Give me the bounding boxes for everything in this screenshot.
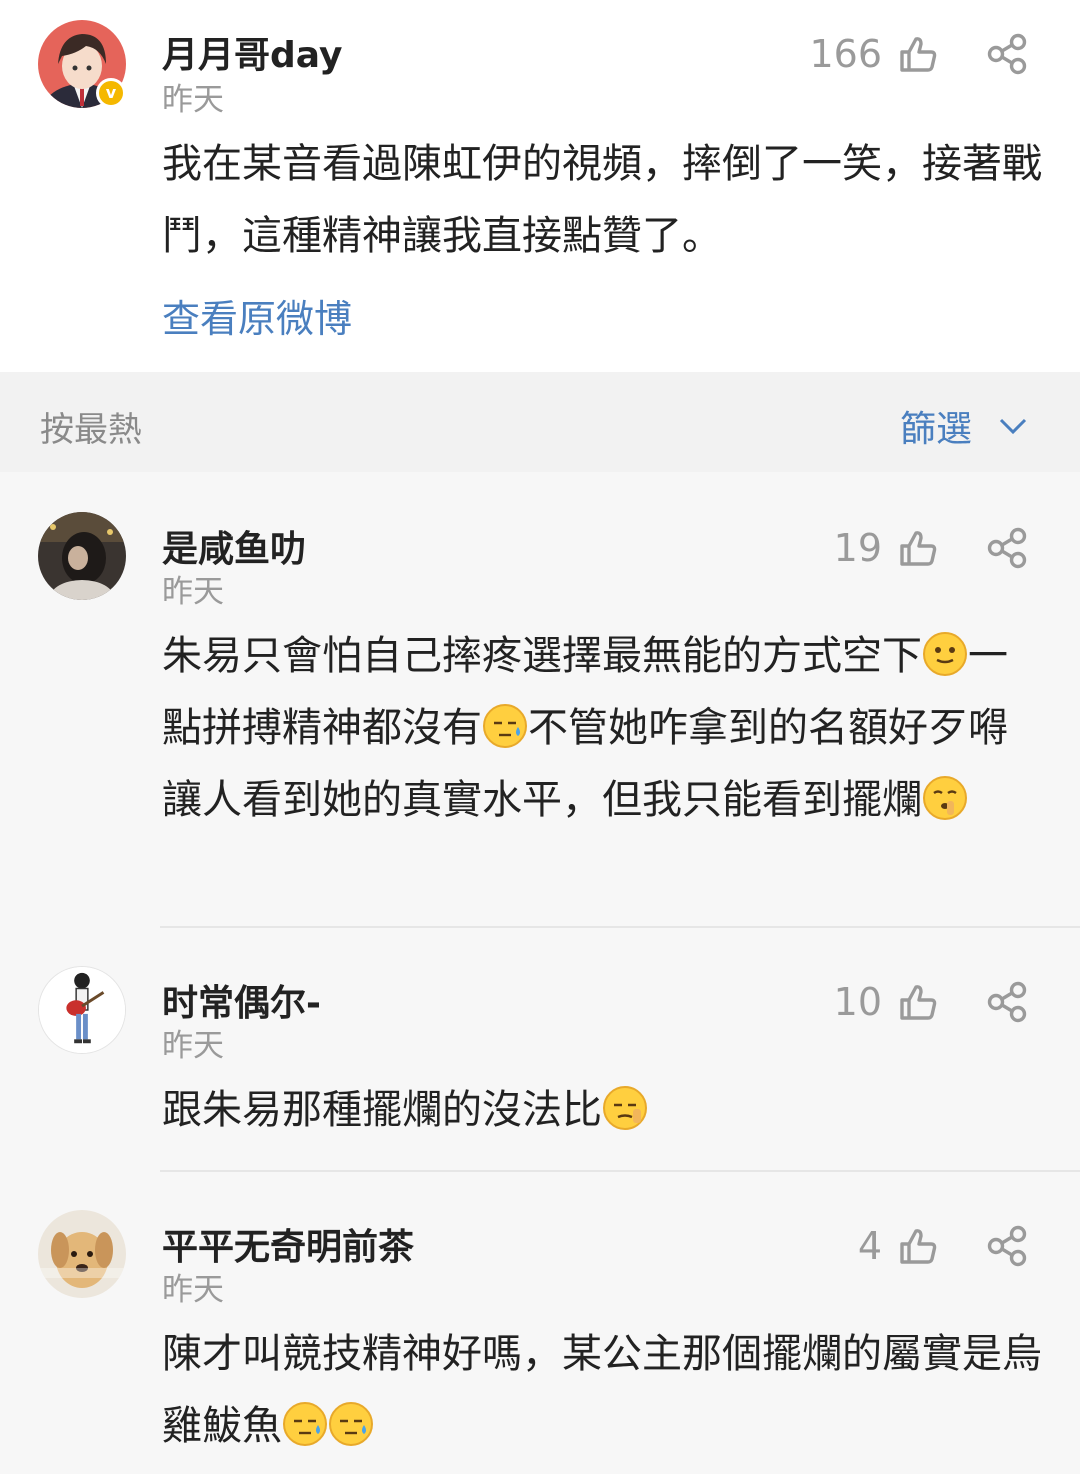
comment-text: 跟朱易那種擺爛的沒法比	[162, 1087, 602, 1133]
sleepy-sweat-emoji-icon	[603, 1086, 647, 1130]
thumbs-up-icon	[900, 1229, 937, 1264]
view-original-link[interactable]: 查看原微博	[162, 288, 352, 343]
comment-text: 朱易只會怕自己摔疼選擇最無能的方式空下	[162, 633, 922, 679]
comment-timestamp: 昨天	[162, 574, 224, 610]
share-icon[interactable]	[986, 1224, 1030, 1268]
comment-avatar[interactable]	[38, 512, 126, 600]
comment-like-count: 4	[857, 1224, 882, 1268]
avatar-guitar-boy-image	[39, 967, 125, 1053]
chevron-down-icon	[999, 418, 1027, 435]
comment-like-count: 19	[833, 526, 882, 570]
comment-content: 跟朱易那種擺爛的沒法比	[162, 1074, 1042, 1146]
post-username[interactable]: 月月哥day	[162, 26, 342, 78]
comment-username[interactable]: 是咸鱼叻	[162, 520, 306, 572]
comment-timestamp: 昨天	[162, 1028, 224, 1064]
sweat-emoji-icon	[483, 704, 527, 748]
comment-like-button[interactable]: 19	[834, 526, 940, 570]
sort-bar: 按最熱 篩選	[0, 372, 1080, 472]
post-like-count: 166	[809, 32, 882, 76]
avatar-photo-image	[38, 512, 126, 600]
comment-list: 是咸鱼叻 昨天 19 朱易只會怕自己摔疼選擇最無能的方式空下 一點拼搏精神都沒有不…	[0, 472, 1080, 1474]
comment-content: 陳才叫競技精神好嗎，某公主那個擺爛的屬實是烏雞鮁魚	[162, 1318, 1042, 1462]
comment-divider	[160, 1170, 1080, 1172]
share-icon[interactable]	[986, 980, 1030, 1024]
filter-button[interactable]: 篩選	[900, 400, 1028, 452]
post-timestamp: 昨天	[162, 82, 224, 118]
share-icon[interactable]	[986, 526, 1030, 570]
filter-label: 篩選	[899, 409, 972, 450]
sweat-emoji-icon	[329, 1402, 373, 1446]
comment-content: 朱易只會怕自己摔疼選擇最無能的方式空下 一點拼搏精神都沒有 不管她咋拿到的名額好歹嘚…	[162, 620, 1042, 836]
comment-like-count: 10	[833, 980, 882, 1024]
post-card: v 月月哥day 昨天 166 我在某音看過陳虹伊的視頻，摔倒了一笑，接著戰鬥，…	[0, 0, 1080, 372]
comment-username[interactable]: 时常偶尔-	[162, 974, 321, 1026]
thumbs-up-icon	[900, 37, 937, 72]
share-icon[interactable]	[986, 32, 1030, 76]
comment-avatar[interactable]	[38, 966, 126, 1054]
sort-by-hot-label[interactable]: 按最熱	[40, 402, 142, 451]
shush-emoji-icon	[923, 776, 967, 820]
thumbs-up-icon	[900, 531, 937, 566]
smile-emoji-icon	[923, 632, 967, 676]
avatar-dog-image	[38, 1210, 126, 1298]
post-content: 我在某音看過陳虹伊的視頻，摔倒了一笑，接著戰鬥，這種精神讓我直接點贊了。	[162, 141, 1042, 259]
verified-badge-icon: v	[96, 78, 126, 108]
comment-avatar[interactable]	[38, 1210, 126, 1298]
comment-like-button[interactable]: 4	[858, 1224, 940, 1268]
sweat-emoji-icon	[283, 1402, 327, 1446]
post-like-button[interactable]: 166	[809, 32, 940, 76]
comment-divider	[160, 926, 1080, 928]
comment-timestamp: 昨天	[162, 1272, 224, 1308]
comment-username[interactable]: 平平无奇明前茶	[162, 1218, 414, 1270]
comment-like-button[interactable]: 10	[834, 980, 940, 1024]
thumbs-up-icon	[900, 985, 937, 1020]
